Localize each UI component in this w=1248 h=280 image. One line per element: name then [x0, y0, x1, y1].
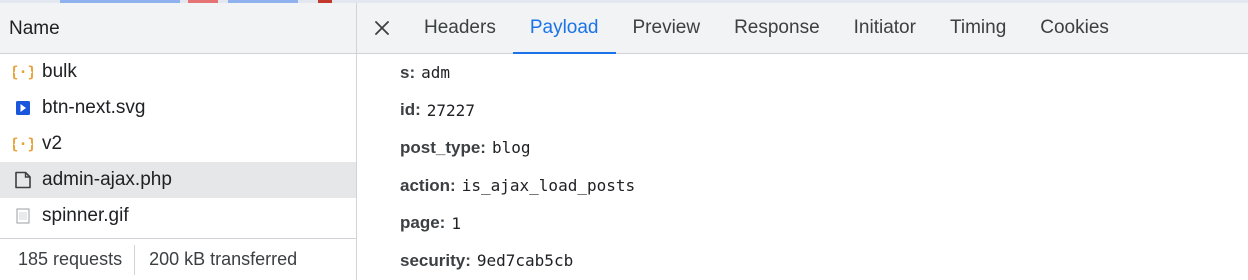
payload-value: blog	[491, 138, 531, 158]
payload-key: id:	[400, 100, 421, 120]
request-row-bulk[interactable]: {·} bulk	[0, 54, 356, 90]
tab-initiator[interactable]: Initiator	[837, 3, 933, 53]
close-details-button[interactable]	[357, 3, 407, 53]
network-status-bar: 185 requests 200 kB transferred	[0, 238, 356, 280]
details-tabbar: Headers Payload Preview Response Initiat…	[357, 3, 1248, 54]
request-name: btn-next.svg	[42, 97, 146, 118]
payload-key: page:	[400, 213, 446, 233]
payload-value: 1	[451, 213, 461, 233]
payload-key: security:	[400, 250, 471, 270]
request-row-btn-next-svg[interactable]: btn-next.svg	[0, 90, 356, 126]
request-name: v2	[42, 133, 63, 154]
name-column-header[interactable]: Name	[0, 3, 356, 54]
document-icon	[12, 169, 34, 191]
payload-row-security: security: 9ed7cab5cb	[400, 242, 1248, 280]
payload-row-post-type: post_type: blog	[400, 129, 1248, 167]
transferred-size: 200 kB transferred	[149, 249, 298, 269]
payload-key: action:	[400, 175, 456, 195]
payload-row-id: id: 27227	[400, 92, 1248, 130]
devtools-network-panel: Name {·} bulk btn-next.svg {·}	[0, 0, 1248, 280]
request-row-admin-ajax-php[interactable]: admin-ajax.php	[0, 162, 356, 198]
request-row-v2[interactable]: {·} v2	[0, 126, 356, 162]
request-list: Name {·} bulk btn-next.svg {·}	[0, 3, 357, 280]
payload-row-s: s: adm	[400, 54, 1248, 92]
image-icon	[12, 205, 34, 227]
payload-row-page: page: 1	[400, 204, 1248, 242]
json-braces-icon: {·}	[12, 61, 34, 83]
svg-image-icon	[12, 97, 34, 119]
payload-value: 27227	[426, 100, 475, 120]
request-count: 185 requests	[18, 249, 123, 269]
close-icon	[375, 21, 389, 35]
payload-value: 9ed7cab5cb	[476, 251, 574, 271]
payload-key: post_type:	[400, 137, 486, 157]
tab-cookies[interactable]: Cookies	[1023, 3, 1126, 53]
tab-headers[interactable]: Headers	[407, 3, 513, 53]
svg-text:{·}: {·}	[13, 135, 33, 153]
json-braces-icon: {·}	[12, 133, 34, 155]
tab-timing[interactable]: Timing	[933, 3, 1023, 53]
payload-value: is_ajax_load_posts	[461, 176, 636, 196]
payload-form-data: s: adm id: 27227 post_type: blog action:…	[357, 54, 1248, 280]
request-name: spinner.gif	[42, 205, 129, 226]
request-name: admin-ajax.php	[42, 169, 172, 190]
request-details: Headers Payload Preview Response Initiat…	[357, 3, 1248, 280]
tab-payload[interactable]: Payload	[512, 3, 616, 54]
request-name: bulk	[42, 61, 77, 82]
request-row-spinner-gif[interactable]: spinner.gif	[0, 198, 356, 234]
payload-row-action: action: is_ajax_load_posts	[400, 167, 1248, 205]
payload-key: s:	[400, 62, 416, 82]
tab-preview[interactable]: Preview	[616, 3, 718, 53]
tab-response[interactable]: Response	[717, 3, 837, 53]
svg-text:{·}: {·}	[13, 63, 33, 81]
payload-value: adm	[421, 63, 451, 83]
